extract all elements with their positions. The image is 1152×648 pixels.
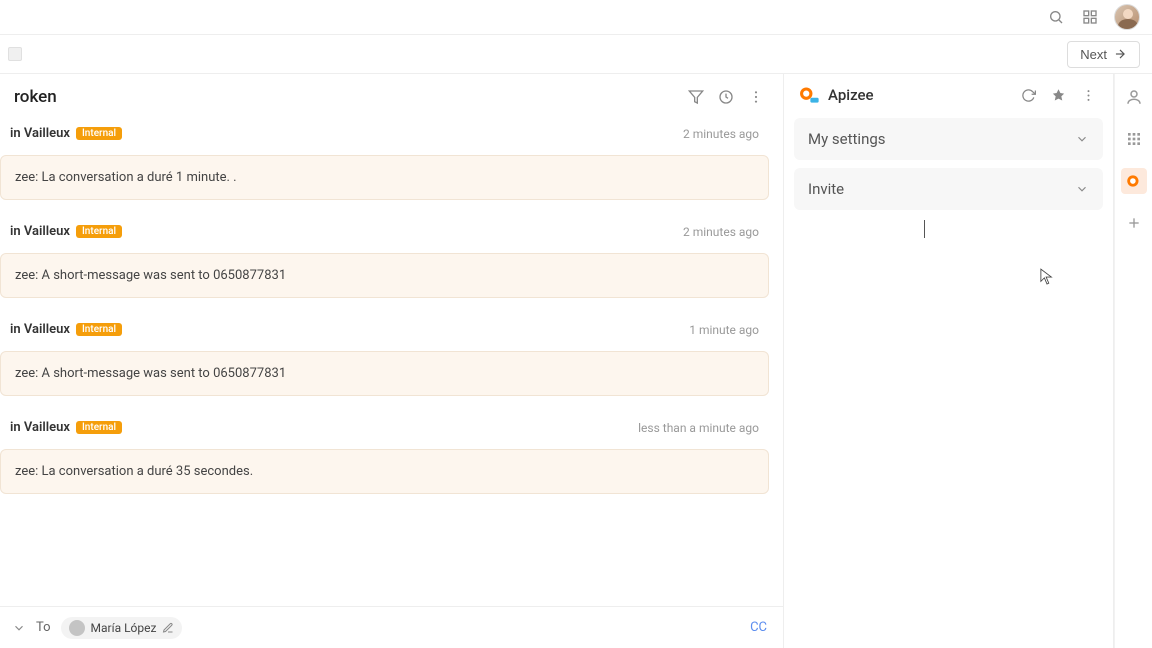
- internal-badge: Internal: [76, 225, 122, 238]
- apps-icon[interactable]: [1080, 7, 1100, 27]
- message-time: 1 minute ago: [689, 323, 759, 337]
- main: roken in Vailleux Internal 2 minutes ago…: [0, 74, 1152, 648]
- next-label: Next: [1080, 47, 1107, 62]
- message-body: zee: La conversation a duré 35 secondes.: [0, 449, 769, 494]
- message-block: in Vailleux Internal 1 minute ago zee: A…: [0, 318, 769, 396]
- chevron-down-icon: [1075, 132, 1089, 146]
- refresh-icon[interactable]: [1017, 84, 1039, 106]
- conversation-pane: roken in Vailleux Internal 2 minutes ago…: [0, 74, 784, 648]
- message-author: in Vailleux: [10, 126, 70, 141]
- message-header: in Vailleux Internal 2 minutes ago: [0, 122, 769, 145]
- message-block: in Vailleux Internal less than a minute …: [0, 416, 769, 494]
- message-header: in Vailleux Internal 2 minutes ago: [0, 220, 769, 243]
- message-header: in Vailleux Internal 1 minute ago: [0, 318, 769, 341]
- more-icon[interactable]: [743, 84, 769, 110]
- message-block: in Vailleux Internal 2 minutes ago zee: …: [0, 122, 769, 200]
- section-my-settings[interactable]: My settings: [794, 118, 1103, 160]
- history-icon[interactable]: [713, 84, 739, 110]
- conversation-title: roken: [14, 87, 679, 107]
- recipient-name: María López: [91, 621, 157, 635]
- message-author: in Vailleux: [10, 322, 70, 337]
- search-icon[interactable]: [1046, 7, 1066, 27]
- message-time: less than a minute ago: [638, 421, 759, 435]
- internal-badge: Internal: [76, 127, 122, 140]
- section-invite[interactable]: Invite: [794, 168, 1103, 210]
- pin-icon[interactable]: [1047, 84, 1069, 106]
- rail-add-icon[interactable]: [1121, 210, 1147, 236]
- message-time: 2 minutes ago: [683, 225, 759, 239]
- message-block: in Vailleux Internal 2 minutes ago zee: …: [0, 220, 769, 298]
- section-label: Invite: [808, 180, 844, 198]
- recipient-avatar-icon: [69, 620, 85, 636]
- chevron-down-icon: [1075, 182, 1089, 196]
- message-time: 2 minutes ago: [683, 127, 759, 141]
- avatar[interactable]: [1114, 4, 1140, 30]
- text-caret: [924, 220, 925, 238]
- to-label: To: [36, 620, 51, 635]
- collapse-toggle[interactable]: [8, 47, 22, 61]
- apizee-logo-icon: [798, 84, 820, 106]
- section-label: My settings: [808, 130, 886, 148]
- message-author: in Vailleux: [10, 224, 70, 239]
- message-author: in Vailleux: [10, 420, 70, 435]
- conversation-body[interactable]: in Vailleux Internal 2 minutes ago zee: …: [0, 120, 783, 606]
- message-body: zee: A short-message was sent to 0650877…: [0, 351, 769, 396]
- filter-icon[interactable]: [683, 84, 709, 110]
- compose-row: To María López CC: [0, 606, 783, 648]
- cc-button[interactable]: CC: [746, 618, 771, 637]
- message-header: in Vailleux Internal less than a minute …: [0, 416, 769, 439]
- next-button[interactable]: Next: [1067, 41, 1140, 68]
- sidepanel-title: Apizee: [828, 86, 1009, 104]
- compose-expand-icon[interactable]: [12, 621, 26, 635]
- sidepanel-header: Apizee: [784, 74, 1113, 112]
- sidepanel-more-icon[interactable]: [1077, 84, 1099, 106]
- internal-badge: Internal: [76, 323, 122, 336]
- rail-profile-icon[interactable]: [1121, 84, 1147, 110]
- message-body: zee: A short-message was sent to 0650877…: [0, 253, 769, 298]
- sidepanel-accordion: My settings Invite: [794, 118, 1103, 210]
- internal-badge: Internal: [76, 421, 122, 434]
- rail-grid-icon[interactable]: [1121, 126, 1147, 152]
- edit-recipient-icon[interactable]: [162, 622, 174, 634]
- conversation-header: roken: [0, 74, 783, 120]
- recipient-chip[interactable]: María López: [61, 617, 183, 639]
- right-rail: [1114, 74, 1152, 648]
- action-row: Next: [0, 34, 1152, 74]
- topbar: [0, 0, 1152, 34]
- message-body: zee: La conversation a duré 1 minute. .: [0, 155, 769, 200]
- sidepanel: Apizee My settings Invite: [784, 74, 1114, 648]
- rail-apizee-icon[interactable]: [1121, 168, 1147, 194]
